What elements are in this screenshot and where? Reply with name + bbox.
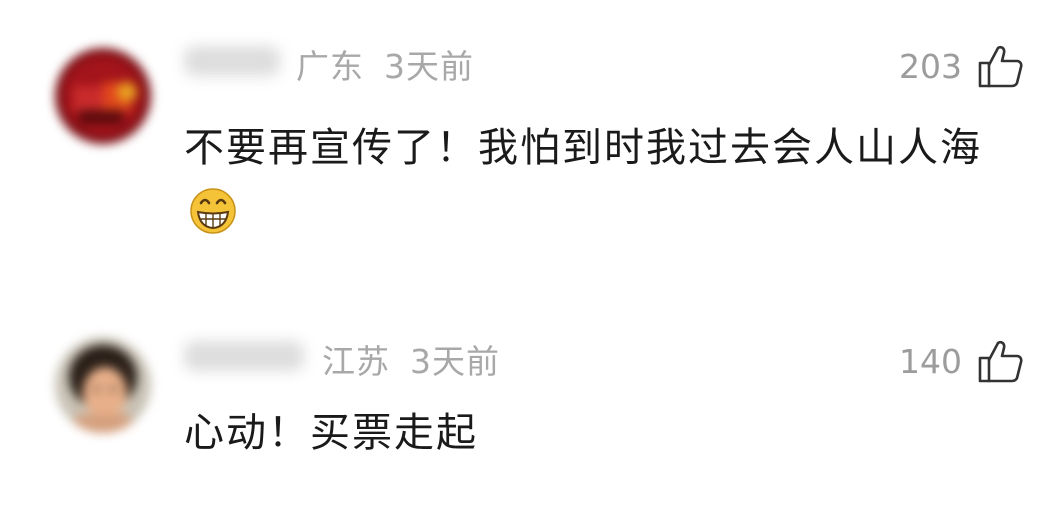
comment-time: 3天前 — [410, 342, 500, 381]
comment-location: 江苏 — [322, 342, 390, 381]
grinning-face-emoji-icon — [190, 188, 236, 234]
username-blurred[interactable] — [184, 46, 280, 76]
comment-text-content: 心动！买票走起 — [184, 410, 478, 456]
like-button[interactable]: 140 — [899, 337, 1024, 385]
comment-list: 广东 3天前 203 不要再宣传了！我怕到时我过去会人山人海 江苏 3天前 14… — [0, 0, 1060, 515]
avatar[interactable] — [55, 48, 151, 144]
like-button[interactable]: 203 — [899, 42, 1024, 90]
avatar[interactable] — [55, 337, 151, 433]
comment-time: 3天前 — [384, 47, 474, 86]
thumbs-up-icon[interactable] — [976, 42, 1024, 90]
comment-meta: 江苏 3天前 140 — [184, 325, 1024, 385]
comment-text-content: 不要再宣传了！我怕到时我过去会人山人海 — [184, 125, 982, 171]
comment-meta-text: 江苏 3天前 — [322, 335, 500, 383]
like-count: 203 — [899, 46, 962, 86]
comment-meta: 广东 3天前 203 — [184, 30, 1024, 90]
username-blurred[interactable] — [184, 341, 304, 371]
comment-text: 心动！买票走起 — [184, 401, 1034, 465]
comment-text: 不要再宣传了！我怕到时我过去会人山人海 — [184, 116, 1034, 244]
like-count: 140 — [899, 341, 962, 381]
comment-meta-text: 广东 3天前 — [296, 40, 474, 88]
thumbs-up-icon[interactable] — [976, 337, 1024, 385]
comment-location: 广东 — [296, 47, 364, 86]
